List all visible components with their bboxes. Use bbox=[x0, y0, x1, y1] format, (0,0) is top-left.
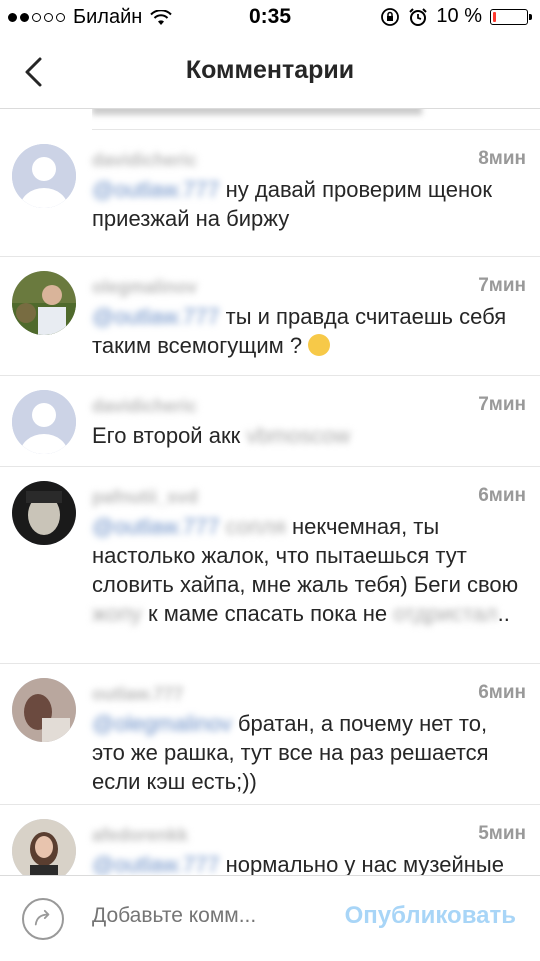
user-photo-icon bbox=[12, 271, 76, 335]
comment-username[interactable]: davidicheric bbox=[92, 396, 197, 417]
comment-time: 8мин bbox=[478, 148, 526, 169]
comment-body: к маме спасать пока не bbox=[148, 601, 388, 626]
user-photo-icon bbox=[12, 819, 76, 875]
avatar[interactable] bbox=[12, 390, 76, 454]
comment-body: Его второй акк bbox=[92, 423, 241, 448]
user-photo-icon bbox=[12, 481, 76, 545]
mention[interactable]: @outlaw.777 bbox=[92, 304, 220, 329]
comment-time: 5мин bbox=[478, 823, 526, 844]
smirk-emoji-icon bbox=[308, 334, 331, 357]
share-arrow-icon[interactable] bbox=[22, 898, 64, 940]
comment-username[interactable]: outlaw.777 bbox=[92, 684, 183, 705]
avatar[interactable] bbox=[12, 271, 76, 335]
comment-item[interactable]: olegmalinov 7мин @outlaw.777 ты и правда… bbox=[0, 257, 540, 376]
battery-icon bbox=[490, 8, 532, 25]
mention[interactable]: @outlaw.777 bbox=[92, 852, 220, 875]
comment-input[interactable] bbox=[92, 904, 292, 928]
comment-username[interactable]: davidicheric bbox=[92, 150, 197, 171]
comment-item[interactable]: outlaw.777 6мин @olegmalinov братан, а п… bbox=[0, 664, 540, 805]
comment-username[interactable]: afedorenkk bbox=[92, 825, 188, 846]
alarm-icon bbox=[409, 7, 428, 26]
clipped-comment bbox=[92, 109, 540, 130]
comment-text: Его второй акк vbmoscow bbox=[92, 421, 526, 450]
comment-time: 7мин bbox=[478, 394, 526, 415]
comment-composer: Опубликовать bbox=[0, 875, 540, 961]
comment-text: @outlaw.777 нормально у нас музейные раб… bbox=[92, 850, 526, 875]
default-avatar-icon bbox=[12, 144, 76, 208]
nav-header: Комментарии bbox=[0, 36, 540, 109]
comment-item[interactable]: davidicheric 7мин Его второй акк vbmosco… bbox=[0, 376, 540, 467]
comment-text: @olegmalinov братан, а почему нет то, эт… bbox=[92, 709, 526, 796]
user-photo-icon bbox=[12, 678, 76, 742]
status-bar: Билайн 0:35 10 % bbox=[0, 0, 540, 36]
avatar[interactable] bbox=[12, 678, 76, 742]
avatar[interactable] bbox=[12, 481, 76, 545]
comment-username[interactable]: olegmalinov bbox=[92, 277, 197, 298]
blurred-text: vbmoscow bbox=[246, 423, 351, 448]
orientation-lock-icon bbox=[381, 7, 400, 26]
comments-list[interactable]: davidicheric 8мин @outlaw.777 ну давай п… bbox=[0, 109, 540, 875]
battery-percent: 10 % bbox=[436, 5, 482, 27]
blurred-text: сопля bbox=[225, 514, 286, 539]
comment-text: @outlaw.777 сопля некчемная, ты настольк… bbox=[92, 512, 526, 628]
battery-level bbox=[493, 11, 496, 22]
blurred-text: жопу bbox=[92, 601, 142, 626]
publish-button[interactable]: Опубликовать bbox=[345, 902, 516, 930]
blurred-text: отдристал bbox=[393, 601, 498, 626]
comment-item[interactable]: afedorenkk 5мин @outlaw.777 нормально у … bbox=[0, 805, 540, 875]
comment-time: 6мин bbox=[478, 485, 526, 506]
default-avatar-icon bbox=[12, 390, 76, 454]
avatar[interactable] bbox=[12, 144, 76, 208]
comment-username[interactable]: pafnutii_svd bbox=[92, 487, 198, 508]
status-right: 10 % bbox=[380, 5, 532, 28]
mention[interactable]: @olegmalinov bbox=[92, 711, 232, 736]
page-title: Комментарии bbox=[185, 56, 355, 84]
comment-text: @outlaw.777 ну давай проверим щенок прие… bbox=[92, 175, 526, 233]
comment-item[interactable]: pafnutii_svd 6мин @outlaw.777 сопля некч… bbox=[0, 467, 540, 664]
comment-time: 7мин bbox=[478, 275, 526, 296]
mention[interactable]: @outlaw.777 bbox=[92, 514, 220, 539]
comment-text: @outlaw.777 ты и правда считаешь себя та… bbox=[92, 302, 526, 360]
mention[interactable]: @outlaw.777 bbox=[92, 177, 220, 202]
comment-body: .. bbox=[497, 601, 510, 626]
avatar[interactable] bbox=[12, 819, 76, 875]
comment-item[interactable]: davidicheric 8мин @outlaw.777 ну давай п… bbox=[0, 130, 540, 257]
comment-time: 6мин bbox=[478, 682, 526, 703]
